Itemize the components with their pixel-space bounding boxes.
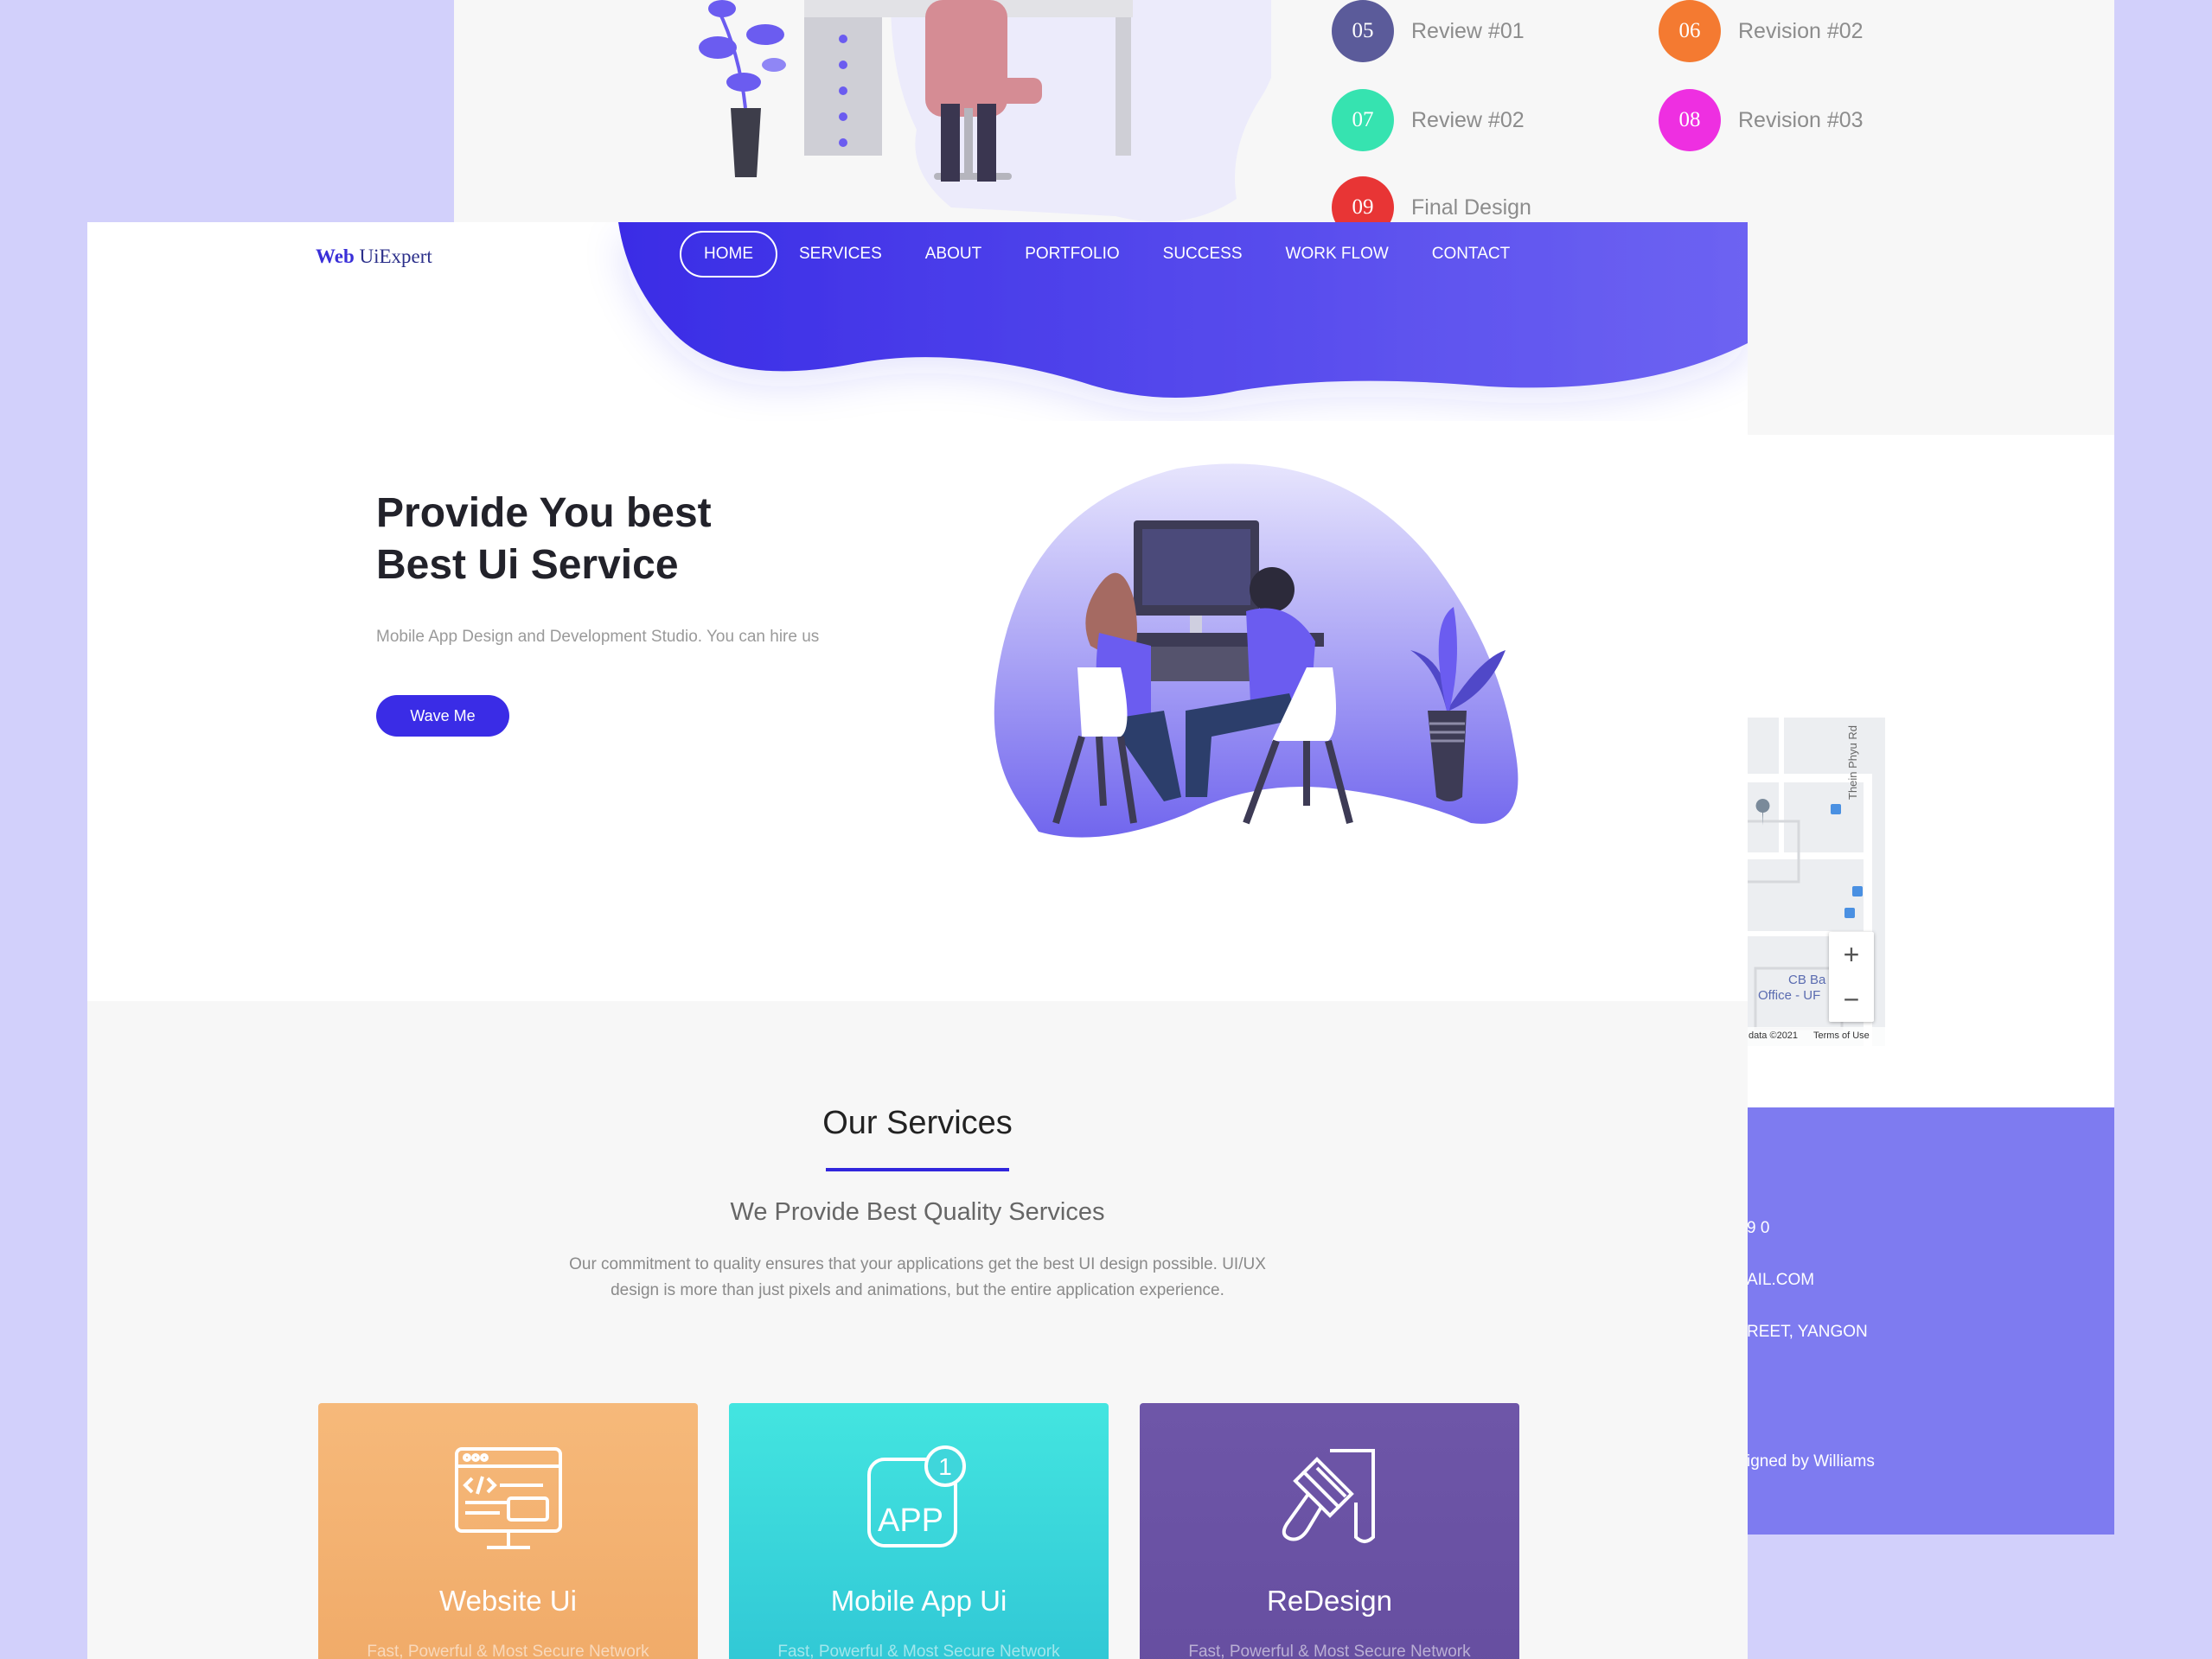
zoom-out-button[interactable]: − — [1829, 977, 1874, 1022]
service-card-mobile-app-ui[interactable]: 1 APP Mobile App Ui Fast, Powerful & Mos… — [729, 1403, 1109, 1659]
zoom-in-button[interactable]: + — [1829, 932, 1874, 977]
step-label: Review #01 — [1411, 18, 1525, 43]
nav-home[interactable]: HOME — [680, 231, 777, 278]
title-underline — [826, 1168, 1009, 1171]
workflow-step: 07 Review #02 — [1332, 89, 1525, 151]
step-label: Revision #02 — [1738, 18, 1864, 43]
app-icon-label: APP — [878, 1503, 943, 1539]
service-card-redesign[interactable]: ReDesign Fast, Powerful & Most Secure Ne… — [1140, 1403, 1519, 1659]
site-logo[interactable]: Web UiExpert — [316, 246, 432, 268]
map-place-label: Office - UF — [1758, 988, 1821, 1003]
services-title: Our Services — [822, 1105, 1013, 1141]
nav-success[interactable]: SUCCESS — [1141, 233, 1264, 276]
step-number-badge: 06 — [1659, 0, 1721, 62]
step-label: Final Design — [1411, 195, 1531, 220]
map-data-credit: data ©2021 — [1749, 1030, 1799, 1041]
workflow-step: 08 Revision #03 — [1659, 89, 1864, 151]
hero-subtitle: Mobile App Design and Development Studio… — [376, 628, 820, 646]
app-badge-count: 1 — [938, 1453, 952, 1480]
hero-title-line2: Best Ui Service — [376, 542, 679, 588]
nav-about[interactable]: ABOUT — [904, 233, 1003, 276]
logo-bold: Web — [316, 246, 355, 267]
location-map[interactable]: Thein Phyu Rd CB Ba Office - UF + − data… — [1747, 718, 1885, 1046]
main-nav: HOME SERVICES ABOUT PORTFOLIO SUCCESS WO… — [680, 231, 1531, 278]
map-terms-link[interactable]: Terms of Use — [1813, 1030, 1870, 1041]
step-number-badge: 05 — [1332, 0, 1394, 62]
map-place-label: CB Ba — [1788, 973, 1826, 987]
services-description: Our commitment to quality ensures that y… — [569, 1255, 1266, 1299]
desk-worker-illustration — [699, 0, 1271, 222]
card-title: Website Ui — [439, 1585, 577, 1617]
team-at-computer-illustration — [994, 463, 1518, 838]
hero-title-line1: Provide You best — [376, 490, 712, 536]
card-description: Fast, Powerful & Most Secure Network — [1188, 1643, 1471, 1659]
workflow-step: 06 Revision #02 — [1659, 0, 1864, 62]
map-zoom-control: + − — [1829, 932, 1874, 1022]
workflow-step: 05 Review #01 — [1332, 0, 1525, 62]
services-section: Our Services We Provide Best Quality Ser… — [87, 1001, 1748, 1659]
code-window-icon — [455, 1447, 562, 1549]
nav-work-flow[interactable]: WORK FLOW — [1264, 233, 1410, 276]
footer-credit: igned by Williams — [1747, 1452, 1875, 1471]
paint-brush-icon — [1282, 1449, 1375, 1543]
footer-address: REET, YANGON — [1747, 1323, 1868, 1341]
front-page: Web UiExpert HOME SERVICES ABOUT PORTFOL… — [87, 222, 1748, 1659]
nav-contact[interactable]: CONTACT — [1410, 233, 1531, 276]
footer-email: AIL.COM — [1747, 1271, 1815, 1289]
service-card-website-ui[interactable]: Website Ui Fast, Powerful & Most Secure … — [318, 1403, 698, 1659]
map-attribution: data ©2021 Terms of Use — [1747, 1027, 1885, 1046]
logo-rest: UiExpert — [354, 246, 432, 267]
services-subtitle: We Provide Best Quality Services — [730, 1198, 1105, 1226]
hero-title: Provide You best Best Ui Service — [376, 488, 712, 591]
footer-phone: 9 0 — [1747, 1219, 1770, 1237]
hero-section: Web UiExpert HOME SERVICES ABOUT PORTFOL… — [87, 222, 1748, 1001]
card-description: Fast, Powerful & Most Secure Network — [367, 1643, 649, 1659]
step-number-badge: 07 — [1332, 89, 1394, 151]
card-title: Mobile App Ui — [830, 1585, 1007, 1617]
app-badge-icon: 1 APP — [867, 1445, 966, 1547]
step-label: Revision #03 — [1738, 107, 1864, 132]
card-description: Fast, Powerful & Most Secure Network — [777, 1643, 1060, 1659]
nav-services[interactable]: SERVICES — [777, 233, 904, 276]
map-road-label: Thein Phyu Rd — [1846, 725, 1859, 800]
step-label: Review #02 — [1411, 107, 1525, 132]
wave-me-button[interactable]: Wave Me — [376, 695, 509, 737]
card-title: ReDesign — [1267, 1585, 1392, 1617]
nav-portfolio[interactable]: PORTFOLIO — [1003, 233, 1141, 276]
step-number-badge: 08 — [1659, 89, 1721, 151]
